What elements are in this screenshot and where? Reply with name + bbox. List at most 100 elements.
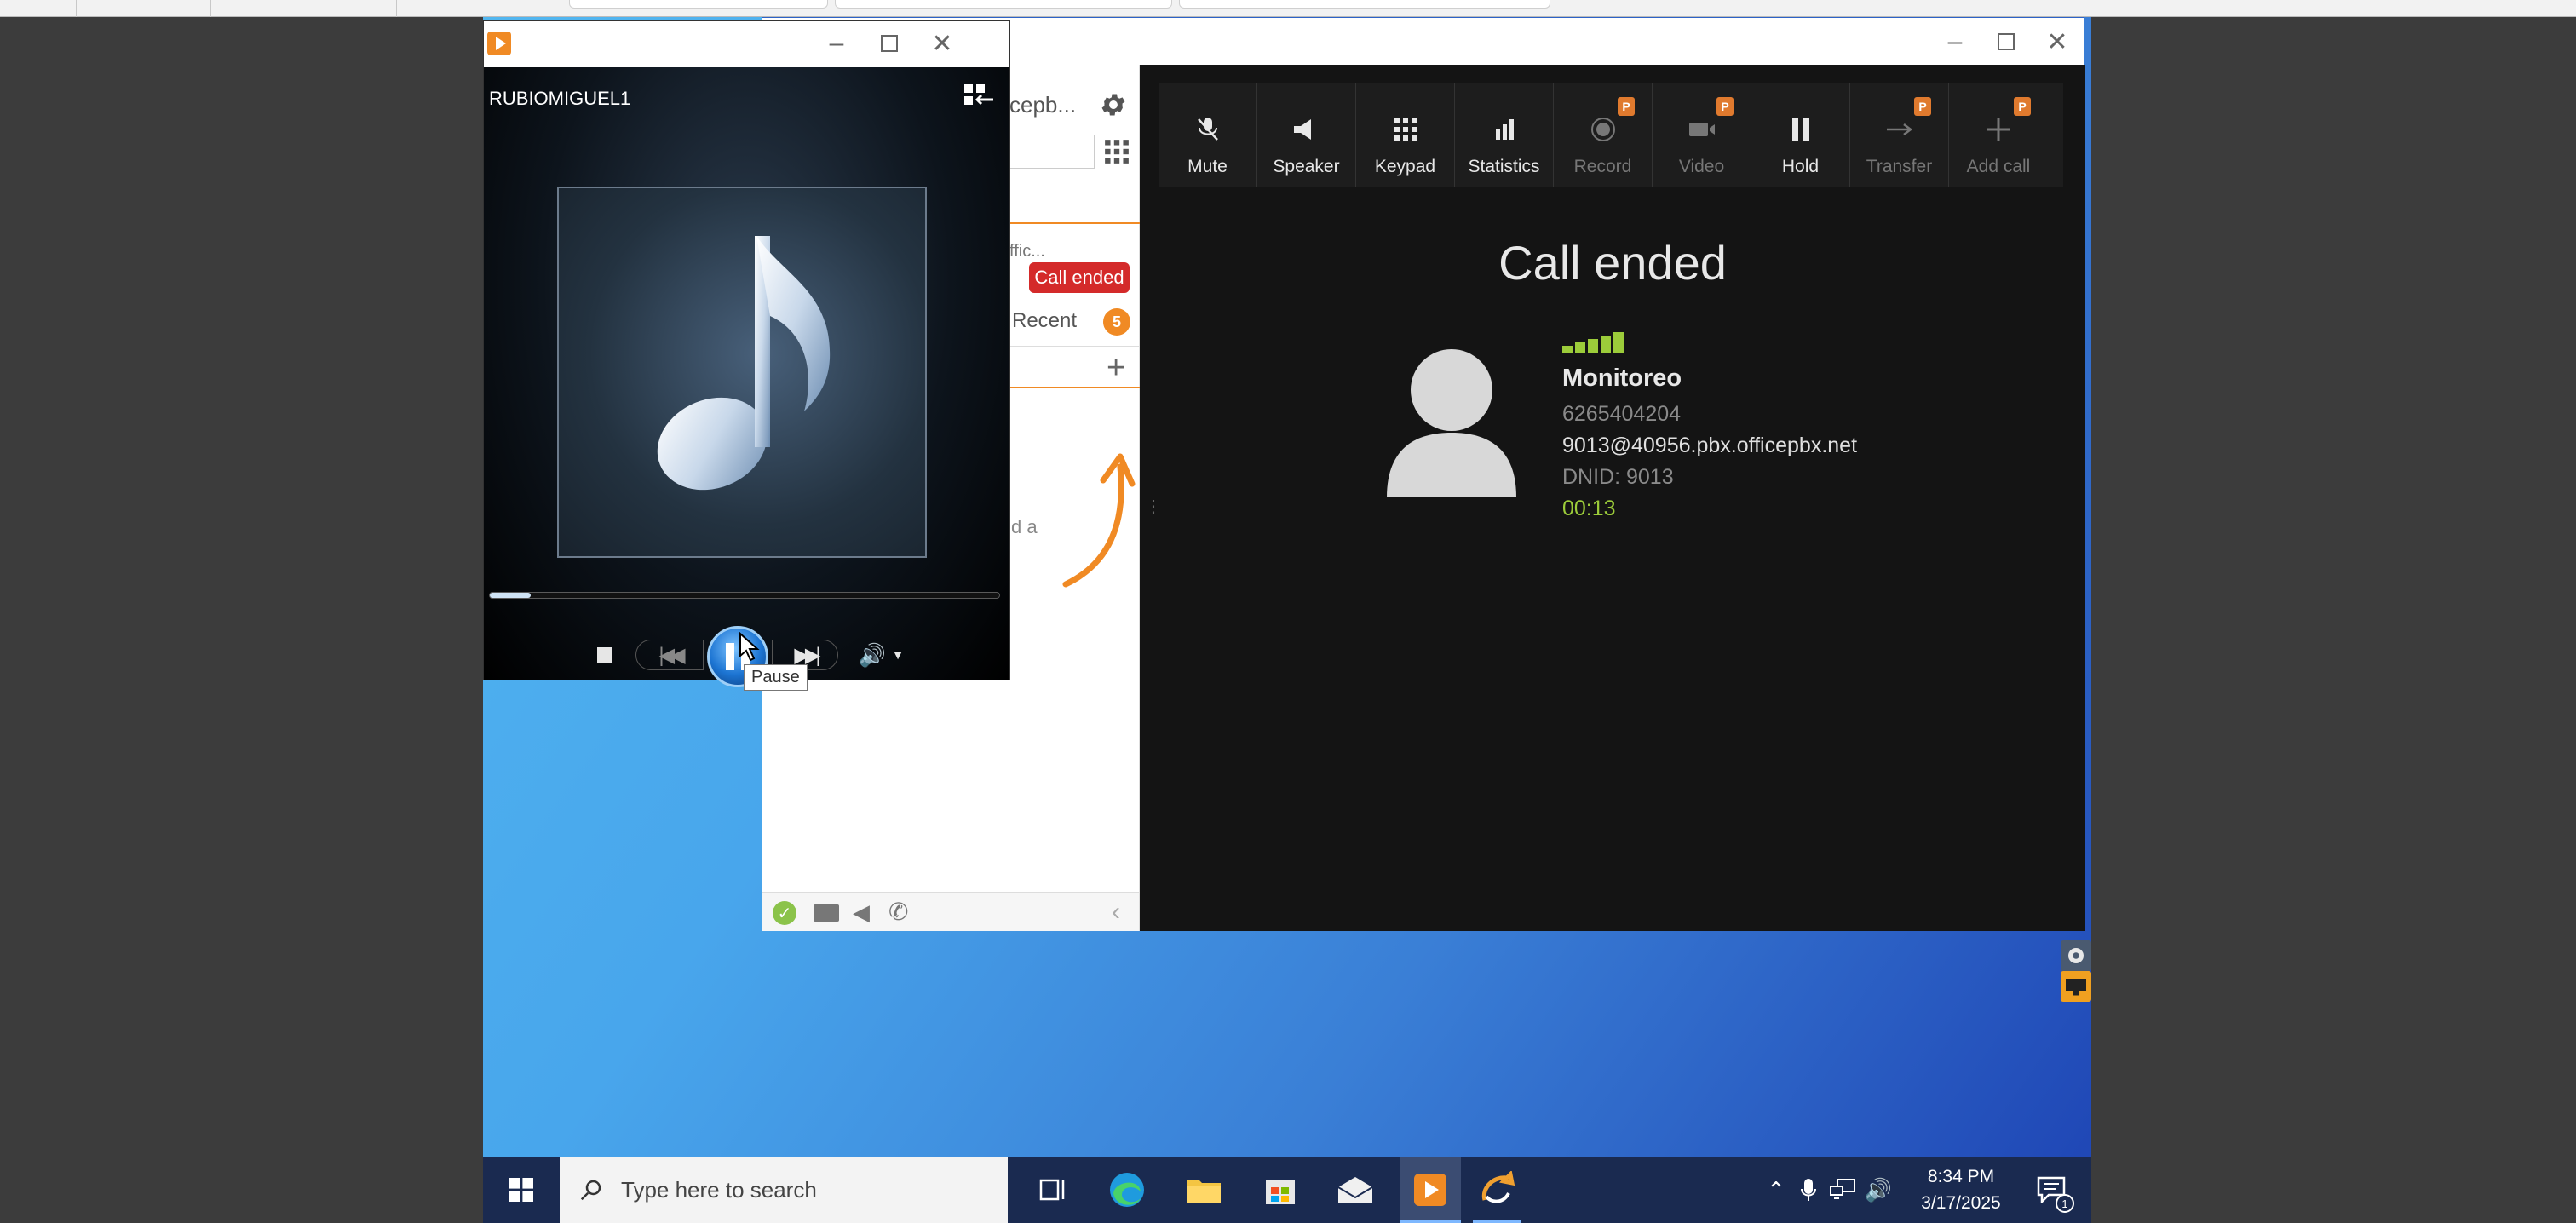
pause-icon [1790, 114, 1812, 145]
notifications-icon[interactable]: 1 [2030, 1157, 2074, 1223]
clock-date: 3/17/2025 [1921, 1193, 2001, 1213]
search-input[interactable] [1009, 135, 1095, 169]
signal-bar [1575, 342, 1585, 353]
bar-chart-icon [1492, 114, 1516, 145]
gear-icon[interactable] [1099, 90, 1128, 123]
microphone-icon[interactable] [1795, 1157, 1822, 1223]
show-hidden-icons-icon[interactable]: ⌃ [1761, 1157, 1791, 1223]
host-tab[interactable] [77, 0, 211, 17]
maximize-button[interactable] [864, 26, 915, 60]
volume-dropdown-icon[interactable]: ▼ [889, 646, 906, 663]
toolbar-button-label: Speaker [1273, 157, 1340, 176]
call-status-badge: Call ended [1029, 262, 1130, 293]
dnid: DNID: 9013 [1562, 465, 1674, 489]
media-player-icon [1414, 1174, 1446, 1206]
dialpad-grid-icon[interactable] [1103, 138, 1130, 169]
signal-bar [1588, 339, 1598, 353]
network-icon[interactable] [1827, 1157, 1858, 1223]
media-player-window: – ✕ RUBIOMIGUEL1 |◀◀ ▶▶| 🔊 ▼ [483, 20, 1010, 687]
taskbar-media-player[interactable] [1400, 1157, 1461, 1223]
toolbar-button-label: Add call [1966, 157, 2031, 176]
contact-avatar [1383, 346, 1520, 499]
resize-handle[interactable]: ⋮ [1145, 496, 1162, 517]
keypad-button[interactable]: Keypad [1356, 83, 1455, 187]
mute-button[interactable]: Mute [1159, 83, 1257, 187]
tab-recent[interactable]: Recent [1012, 309, 1077, 333]
premium-badge: P [1914, 97, 1931, 116]
minimize-button[interactable]: – [811, 26, 862, 60]
taskbar-clock[interactable]: 8:34 PM 3/17/2025 [1914, 1163, 2008, 1216]
call-panel: Mute Speaker Keypad Statistics Record P Video P… [1140, 65, 2085, 931]
search-placeholder: Type here to search [621, 1176, 817, 1203]
maximize-button[interactable] [1981, 25, 2032, 59]
call-duration: 00:13 [1562, 497, 1616, 520]
speaker-icon [1292, 114, 1321, 145]
transfer-arrow-icon [1885, 114, 1914, 145]
softphone-statusbar: ✓ ◀ ✆ ‹ [762, 892, 1139, 931]
previous-icon[interactable]: |◀◀ [635, 640, 704, 670]
record-button[interactable]: Record P [1554, 83, 1653, 187]
hint-arrow-icon [1059, 448, 1136, 597]
seek-progress [490, 593, 531, 598]
microphone-off-icon [1195, 114, 1221, 145]
speaker-small-icon[interactable]: ◀ [853, 899, 870, 926]
message-icon[interactable] [814, 904, 839, 922]
notification-count-badge: 1 [2056, 1194, 2074, 1213]
plus-icon [1986, 114, 2011, 145]
media-player-app-icon [487, 32, 511, 55]
host-field[interactable] [835, 0, 1172, 9]
transfer-button[interactable]: Transfer P [1850, 83, 1949, 187]
volume-icon[interactable]: 🔊 [855, 641, 889, 669]
clock-time: 8:34 PM [1927, 1167, 1995, 1186]
call-forward-icon[interactable]: ✆ [888, 898, 908, 926]
edge-browser-icon[interactable] [1101, 1157, 1153, 1223]
premium-badge: P [2014, 97, 2031, 116]
softphone-icon [1481, 1171, 1515, 1203]
divider [1009, 222, 1140, 224]
add-contact-icon[interactable]: + [1107, 351, 1125, 385]
premium-badge: P [1716, 97, 1734, 116]
collapse-panel-icon[interactable]: ‹ [1112, 898, 1120, 927]
switch-to-library-icon[interactable] [963, 81, 997, 114]
windows-start-icon[interactable] [502, 1157, 541, 1223]
album-art [557, 187, 927, 558]
add-call-button[interactable]: Add call P [1949, 83, 2048, 187]
close-button[interactable]: ✕ [917, 26, 968, 60]
hold-button[interactable]: Hold [1751, 83, 1850, 187]
volume-tray-icon[interactable]: 🔊 [1861, 1157, 1895, 1223]
speaker-button[interactable]: Speaker [1257, 83, 1356, 187]
call-quality-signal-icon [1562, 332, 1624, 353]
taskbar-search-box[interactable]: Type here to search [560, 1157, 1008, 1223]
seek-bar[interactable] [489, 592, 1000, 599]
taskbar-softphone[interactable] [1466, 1157, 1527, 1223]
minimize-button[interactable]: – [1929, 25, 1981, 59]
toolbar-button-label: Keypad [1374, 157, 1436, 176]
stop-icon[interactable] [593, 643, 617, 667]
video-button[interactable]: Video P [1653, 83, 1751, 187]
track-title: RUBIOMIGUEL1 [489, 88, 631, 109]
file-explorer-icon[interactable] [1178, 1157, 1229, 1223]
close-button[interactable]: ✕ [2032, 25, 2083, 59]
contact-name: Monitoreo [1562, 365, 1682, 392]
host-tab[interactable] [0, 0, 77, 17]
mouse-cursor-icon [739, 631, 761, 667]
premium-badge: P [1618, 97, 1635, 116]
online-status-icon[interactable]: ✓ [773, 901, 796, 925]
task-view-icon[interactable] [1028, 1157, 1079, 1223]
host-field[interactable] [1179, 0, 1550, 9]
toolbar-button-label: Transfer [1866, 157, 1933, 176]
host-tab[interactable] [211, 0, 397, 17]
remote-screen-icon[interactable] [2061, 971, 2091, 1002]
toolbar-button-label: Video [1678, 157, 1725, 176]
host-field[interactable] [569, 0, 828, 9]
record-icon [1590, 114, 1617, 145]
microsoft-store-icon[interactable] [1255, 1157, 1306, 1223]
toolbar-button-label: Mute [1187, 157, 1228, 176]
call-status-title: Call ended [1498, 236, 1727, 290]
empty-hint-text: d a [1011, 516, 1038, 537]
settings-overlay-icon[interactable] [2061, 940, 2091, 971]
recent-count-badge: 5 [1103, 308, 1130, 336]
statistics-button[interactable]: Statistics [1455, 83, 1554, 187]
mail-icon[interactable] [1330, 1157, 1381, 1223]
call-toolbar: Mute Speaker Keypad Statistics Record P Video P… [1159, 83, 2063, 187]
